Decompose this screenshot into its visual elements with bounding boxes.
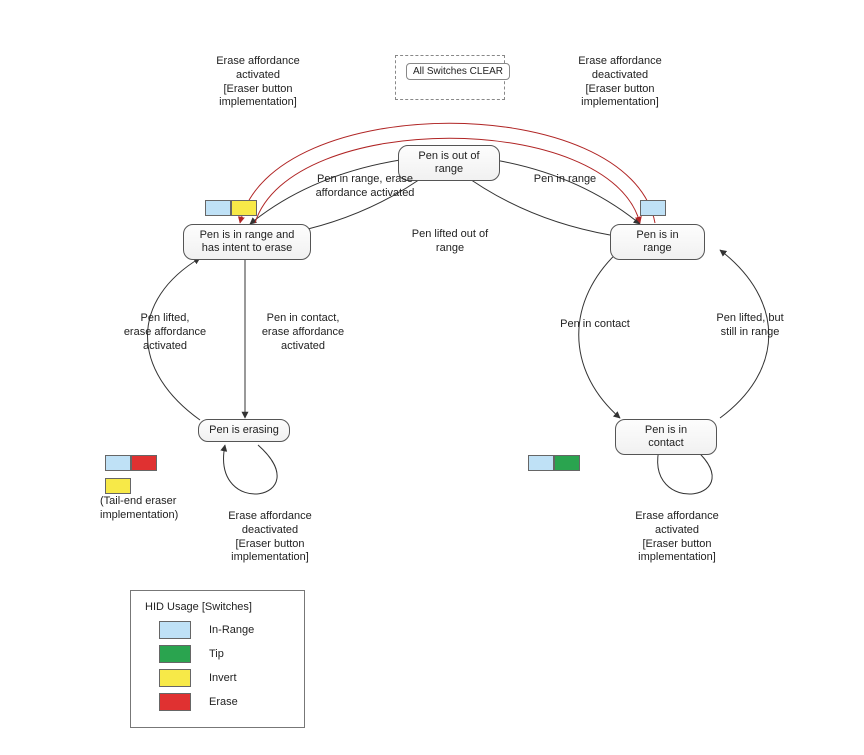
legend-label: In-Range xyxy=(209,624,254,636)
label-pen-in-contact-erase: Pen in contact, erase affordance activat… xyxy=(253,312,353,353)
state-in-range-erase: Pen is in range and has intent to erase xyxy=(183,224,311,260)
swatch-erasing-2 xyxy=(105,478,131,494)
state-erasing: Pen is erasing xyxy=(198,419,290,442)
label-incontact-loop: Erase affordance activated [Eraser butto… xyxy=(622,510,732,565)
state-label: Pen is in contact xyxy=(645,424,687,449)
label-pen-in-range: Pen in range xyxy=(520,173,610,187)
state-label: Pen is out of range xyxy=(418,150,479,175)
label-pen-lifted-out: Pen lifted out of range xyxy=(400,228,500,256)
swatch-color-inrange xyxy=(528,455,554,471)
swatch-color-invert xyxy=(105,478,131,494)
legend-title: HID Usage [Switches] xyxy=(145,601,290,613)
label-erase-deactivated-top: Erase affordance deactivated [Eraser but… xyxy=(565,55,675,110)
state-label: Pen is in range xyxy=(636,229,678,254)
legend-row-inrange: In-Range xyxy=(145,621,290,639)
swatch-color-invert xyxy=(231,200,257,216)
label-erasing-loop: Erase affordance deactivated [Eraser but… xyxy=(215,510,325,565)
swatch-color-invert xyxy=(159,669,191,687)
state-label: Pen is erasing xyxy=(209,424,279,436)
swatch-erasing-1 xyxy=(105,455,157,471)
label-pen-in-range-erase: Pen in range, erase affordance activated xyxy=(305,173,425,201)
legend-row-invert: Invert xyxy=(145,669,290,687)
legend-label: Invert xyxy=(209,672,237,684)
swatch-color-inrange xyxy=(640,200,666,216)
edge-outofrange-to-inrange xyxy=(495,160,640,224)
state-label: Pen is in range and has intent to erase xyxy=(200,229,295,254)
edge-inrange-to-incontact xyxy=(579,250,620,418)
swatch-color-tip xyxy=(159,645,191,663)
swatch-color-inrange xyxy=(105,455,131,471)
swatch-inrange xyxy=(640,200,666,216)
swatch-incontact xyxy=(528,455,580,471)
swatch-inrangeerase xyxy=(205,200,257,216)
swatch-color-inrange xyxy=(205,200,231,216)
label-pen-lifted-in-range: Pen lifted, but still in range xyxy=(705,312,795,340)
edge-erasing-selfloop xyxy=(224,445,278,494)
swatch-color-erase xyxy=(131,455,157,471)
label-pen-in-contact: Pen in contact xyxy=(550,318,640,332)
label-pen-lifted-erase: Pen lifted, erase affordance activated xyxy=(115,312,215,353)
diagram-stage: All Switches CLEAR Pen is out of range P… xyxy=(0,0,864,755)
legend-label: Erase xyxy=(209,696,238,708)
legend-label: Tip xyxy=(209,648,224,660)
label-erase-activated-top: Erase affordance activated [Eraser butto… xyxy=(203,55,313,110)
legend-row-erase: Erase xyxy=(145,693,290,711)
swatch-color-erase xyxy=(159,693,191,711)
hub-label: All Switches CLEAR xyxy=(406,63,510,80)
label-tail-end: (Tail-end eraser implementation) xyxy=(100,495,200,523)
state-in-contact: Pen is in contact xyxy=(615,419,717,455)
state-in-range: Pen is in range xyxy=(610,224,705,260)
swatch-color-inrange xyxy=(159,621,191,639)
legend-row-tip: Tip xyxy=(145,645,290,663)
swatch-color-tip xyxy=(554,455,580,471)
legend-box: HID Usage [Switches] In-Range Tip Invert… xyxy=(130,590,305,728)
